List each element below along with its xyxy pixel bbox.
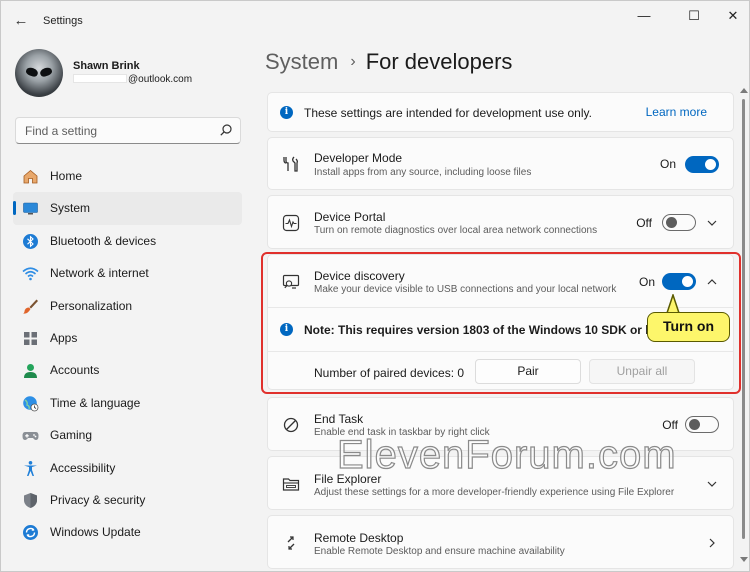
globe-clock-icon [23,395,39,412]
wifi-icon [22,267,39,281]
scroll-up-arrow-icon[interactable] [740,87,748,93]
sidebar-nav: Home System Bluetooth & devices Network … [13,160,242,549]
device-portal-toggle[interactable] [662,214,696,231]
page-title: For developers [365,49,513,74]
file-explorer-description: Adjust these settings for a more develop… [314,487,675,498]
app-title: Settings [43,15,83,27]
device-portal-description: Turn on remote diagnostics over local ar… [314,225,598,236]
email-suffix: @outlook.com [128,74,193,85]
account-icon [24,364,37,379]
end-task-toggle[interactable] [685,416,719,433]
breadcrumb-parent[interactable]: System [265,49,338,74]
end-task-title: End Task [314,412,364,426]
remote-desktop-description: Enable Remote Desktop and ensure machine… [314,546,565,557]
accessibility-icon [24,460,37,476]
sidebar-item-privacy[interactable]: Privacy & security [13,484,242,516]
end-task-state: Off [662,418,678,432]
developer-mode-card: Developer Mode Install apps from any sou… [267,137,734,190]
bluetooth-icon [23,233,38,249]
sidebar-item-label: Windows Update [50,525,141,540]
remote-desktop-card[interactable]: Remote Desktop Enable Remote Desktop and… [267,515,734,569]
avatar-eye-right [38,66,54,78]
device-portal-state: Off [636,216,652,230]
learn-more-link[interactable]: Learn more [646,105,707,119]
sidebar-item-windows-update[interactable]: Windows Update [13,516,242,548]
sidebar-item-label: Network & internet [50,266,149,281]
sidebar-item-label: Home [50,169,83,183]
sidebar-item-label: System [50,201,91,216]
chevron-right-icon[interactable] [705,536,719,550]
scrollbar-thumb[interactable] [742,99,745,539]
sidebar-item-label: Apps [50,330,78,345]
shield-icon [24,492,37,508]
toggle-knob [689,419,700,430]
info-banner: i These settings are intended for develo… [267,92,734,132]
vertical-scrollbar[interactable] [740,87,748,565]
brush-icon [23,299,38,314]
remote-desktop-title: Remote Desktop [314,531,404,545]
folder-icon [282,478,300,491]
developer-mode-state: On [659,157,676,171]
sidebar-item-accessibility[interactable]: Accessibility [13,452,242,484]
sidebar-item-label: Accessibility [50,460,116,475]
email-redaction [73,74,127,83]
chevron-down-icon[interactable] [705,477,719,491]
avatar [15,49,63,97]
breadcrumb-separator: › [350,53,356,70]
user-name: Shawn Brink [73,60,140,72]
sidebar-item-label: Gaming [50,428,93,443]
system-icon [23,203,38,215]
sidebar-item-apps[interactable]: Apps [13,322,242,354]
gamepad-icon [22,432,39,441]
developer-mode-toggle[interactable] [685,156,719,173]
apps-icon [24,331,37,345]
search-icon[interactable] [219,123,233,137]
sidebar-item-gaming[interactable]: Gaming [13,419,242,451]
toggle-knob [666,217,677,228]
breadcrumb: System › For developers [265,49,512,75]
sidebar-item-personalization[interactable]: Personalization [13,290,242,322]
title-bar: ← Settings — ☐ ✕ [1,1,749,41]
developer-mode-description: Install apps from any source, including … [314,167,532,178]
settings-window: ← Settings — ☐ ✕ Shawn Brink @outlook.co… [0,0,750,572]
watermark: ElevenForum.com [336,432,677,477]
turn-on-callout: Turn on [647,312,730,342]
chevron-down-icon[interactable] [705,216,719,230]
sidebar-item-label: Privacy & security [50,492,146,507]
search-input[interactable]: Find a setting [15,117,241,144]
sidebar-item-label: Bluetooth & devices [50,233,157,248]
sidebar-item-label: Personalization [50,298,133,313]
sidebar-item-bluetooth[interactable]: Bluetooth & devices [13,225,242,257]
scroll-down-arrow-icon[interactable] [740,557,748,563]
sidebar-item-time-language[interactable]: Time & language [13,387,242,419]
prohibited-icon [283,417,299,433]
user-email: @outlook.com [73,74,192,85]
sidebar-item-label: Accounts [50,363,100,378]
toggle-knob [705,159,716,170]
update-icon [23,525,38,541]
developer-mode-title: Developer Mode [314,151,403,165]
sidebar-item-network[interactable]: Network & internet [13,257,242,289]
device-portal-title: Device Portal [314,210,386,224]
info-banner-text: These settings are intended for developm… [304,106,592,120]
sidebar-item-home[interactable]: Home [13,160,242,192]
close-button[interactable]: ✕ [723,7,743,25]
back-button[interactable]: ← [11,11,31,31]
search-placeholder: Find a setting [25,124,98,138]
pulse-monitor-icon [282,214,300,232]
info-icon: i [280,106,293,119]
maximize-button[interactable]: ☐ [684,7,704,25]
home-icon [23,169,38,184]
sidebar-item-system[interactable]: System [13,192,242,225]
sidebar-item-label: Time & language [50,395,141,410]
remote-desktop-icon [287,536,295,550]
device-portal-card[interactable]: Device Portal Turn on remote diagnostics… [267,195,734,249]
callout-pointer [666,294,680,314]
sidebar-item-accounts[interactable]: Accounts [13,354,242,386]
developer-tools-icon [283,156,298,172]
avatar-eye-left [24,66,40,78]
minimize-button[interactable]: — [634,7,654,25]
